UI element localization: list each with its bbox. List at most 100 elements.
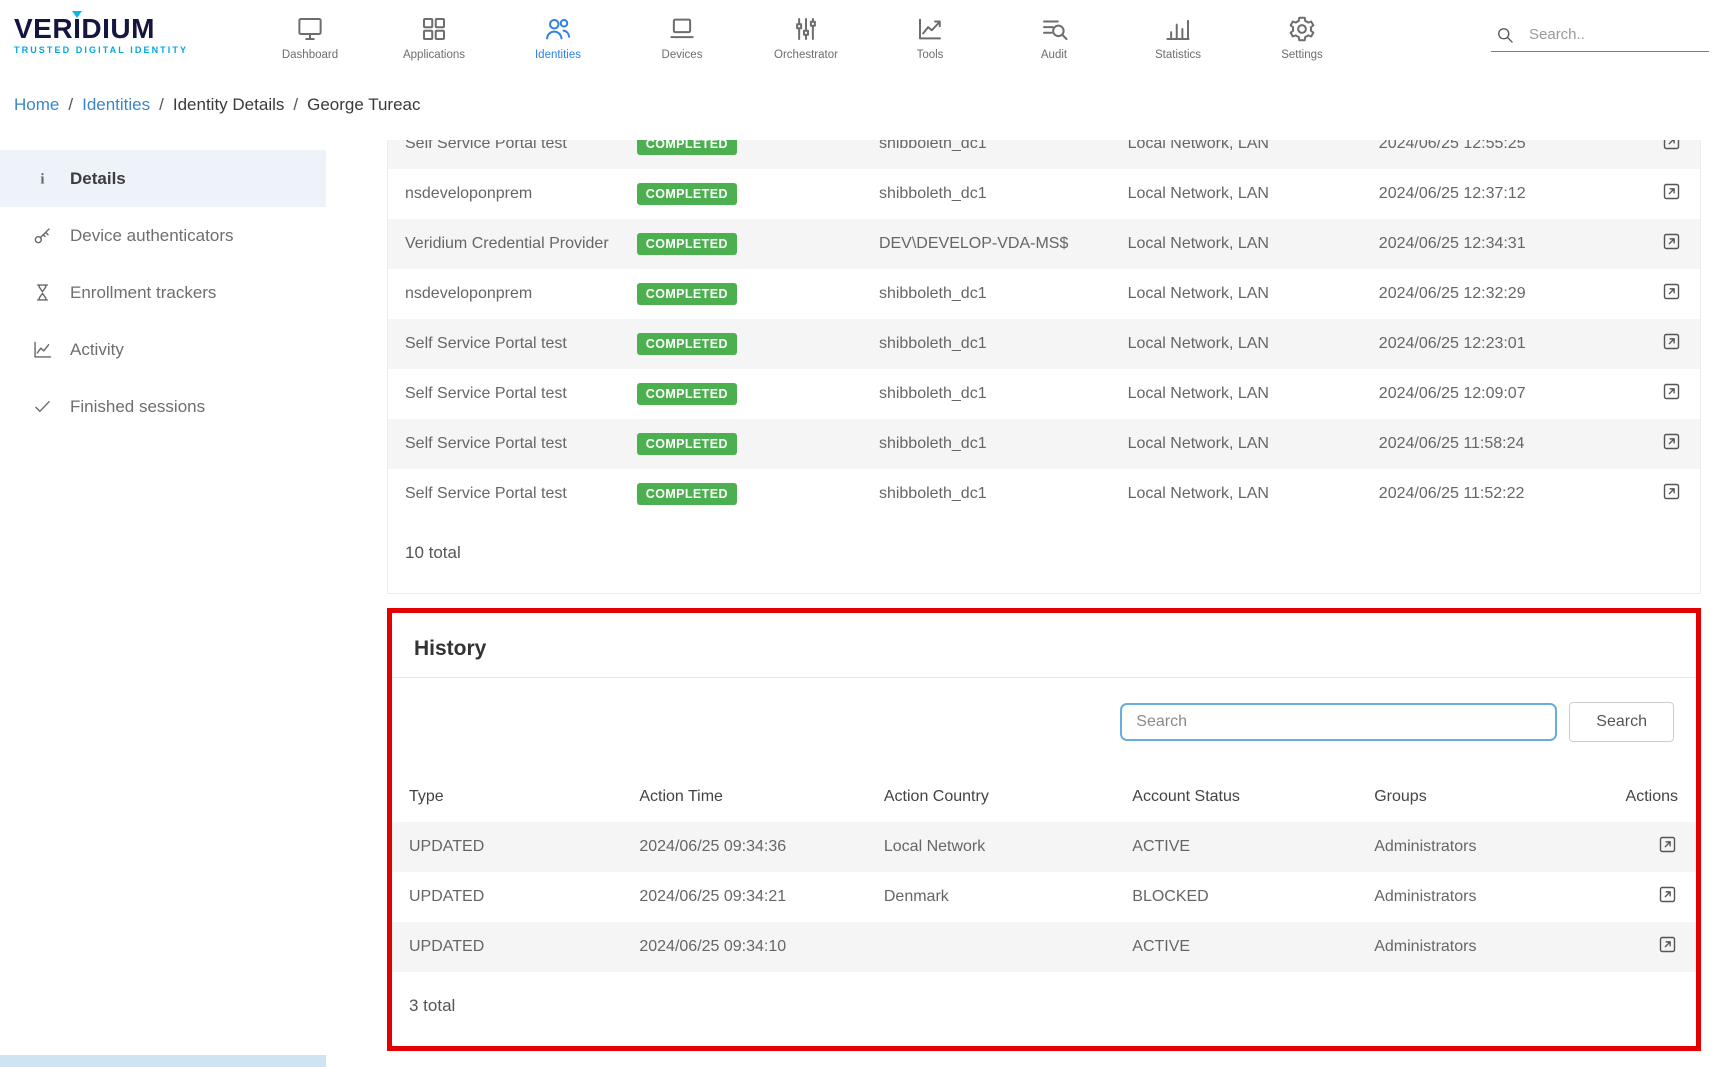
status-badge: COMPLETED bbox=[637, 483, 737, 505]
session-status: COMPLETED bbox=[637, 140, 879, 155]
activity-icon bbox=[32, 339, 53, 360]
nav-item-identities[interactable]: Identities bbox=[496, 10, 620, 61]
history-table-header: TypeAction TimeAction CountryAccount Sta… bbox=[392, 772, 1696, 822]
goto-icon[interactable] bbox=[1661, 281, 1682, 302]
global-search-input[interactable] bbox=[1527, 25, 1705, 44]
session-app: Self Service Portal test bbox=[405, 335, 637, 353]
session-server: DEV\DEVELOP-VDA-MS$ bbox=[879, 235, 1128, 253]
session-network: Local Network, LAN bbox=[1128, 335, 1379, 353]
session-time: 2024/06/25 11:58:24 bbox=[1379, 435, 1654, 453]
session-status: COMPLETED bbox=[637, 233, 879, 255]
history-search-button[interactable]: Search bbox=[1569, 702, 1674, 742]
session-app: Self Service Portal test bbox=[405, 435, 637, 453]
breadcrumb-separator: / bbox=[68, 95, 73, 115]
goto-icon[interactable] bbox=[1661, 140, 1682, 152]
session-row: nsdeveloponpremCOMPLETEDshibboleth_dc1Lo… bbox=[388, 269, 1700, 319]
content-area: iDetailsDevice authenticators Enrollment … bbox=[0, 140, 1735, 1067]
session-server: shibboleth_dc1 bbox=[879, 485, 1128, 503]
history-search-input[interactable] bbox=[1120, 703, 1557, 741]
breadcrumb-item-identities[interactable]: Identities bbox=[82, 95, 150, 115]
history-total: 3 total bbox=[392, 972, 1696, 1046]
sidebar-item-device-authenticators[interactable]: Device authenticators bbox=[0, 207, 326, 264]
goto-icon[interactable] bbox=[1657, 884, 1678, 905]
nav-item-applications[interactable]: Applications bbox=[372, 10, 496, 61]
sidebar-item-enrollment-trackers[interactable]: Enrollment trackers bbox=[0, 264, 326, 321]
history-action-time: 2024/06/25 09:34:21 bbox=[639, 888, 884, 906]
sidebar-item-details[interactable]: iDetails bbox=[0, 150, 326, 207]
horizontal-scrollbar[interactable] bbox=[0, 1055, 326, 1067]
history-action-time: 2024/06/25 09:34:36 bbox=[639, 838, 884, 856]
history-column-groups: Groups bbox=[1374, 788, 1619, 806]
history-type: UPDATED bbox=[409, 938, 639, 956]
nav-item-label: Devices bbox=[662, 49, 703, 61]
session-status: COMPLETED bbox=[637, 183, 879, 205]
session-app: Self Service Portal test bbox=[405, 385, 637, 403]
nav-item-tools[interactable]: Tools bbox=[868, 10, 992, 61]
svg-text:i: i bbox=[40, 171, 44, 187]
goto-icon[interactable] bbox=[1657, 834, 1678, 855]
nav-item-label: Tools bbox=[917, 49, 944, 61]
history-row: UPDATED2024/06/25 09:34:10ACTIVEAdminist… bbox=[392, 922, 1696, 972]
nav-item-statistics[interactable]: Statistics bbox=[1116, 10, 1240, 61]
goto-icon[interactable] bbox=[1661, 181, 1682, 202]
session-server: shibboleth_dc1 bbox=[879, 435, 1128, 453]
session-server: shibboleth_dc1 bbox=[879, 285, 1128, 303]
nav-item-orchestrator[interactable]: Orchestrator bbox=[744, 10, 868, 61]
goto-icon[interactable] bbox=[1661, 431, 1682, 452]
nav-item-devices[interactable]: Devices bbox=[620, 10, 744, 61]
search-icon bbox=[1495, 25, 1515, 45]
statistics-icon bbox=[1163, 14, 1193, 44]
session-app: Self Service Portal test bbox=[405, 140, 637, 153]
history-title: History bbox=[392, 613, 1696, 678]
top-nav: VERIDIUM TRUSTED DIGITAL IDENTITY Dashbo… bbox=[0, 0, 1735, 70]
history-account-status: ACTIVE bbox=[1132, 938, 1374, 956]
session-app: nsdeveloponprem bbox=[405, 285, 637, 303]
session-status: COMPLETED bbox=[637, 433, 879, 455]
goto-icon[interactable] bbox=[1661, 331, 1682, 352]
session-time: 2024/06/25 12:34:31 bbox=[1379, 235, 1654, 253]
sidebar-item-label: Enrollment trackers bbox=[70, 283, 216, 303]
session-time: 2024/06/25 12:37:12 bbox=[1379, 185, 1654, 203]
sidebar-item-label: Activity bbox=[70, 340, 124, 360]
sidebar-item-activity[interactable]: Activity bbox=[0, 321, 326, 378]
session-time: 2024/06/25 12:23:01 bbox=[1379, 335, 1654, 353]
session-network: Local Network, LAN bbox=[1128, 235, 1379, 253]
status-badge: COMPLETED bbox=[637, 433, 737, 455]
session-app: Veridium Credential Provider bbox=[405, 235, 637, 253]
nav-item-audit[interactable]: Audit bbox=[992, 10, 1116, 61]
goto-icon[interactable] bbox=[1661, 381, 1682, 402]
session-server: shibboleth_dc1 bbox=[879, 335, 1128, 353]
history-type: UPDATED bbox=[409, 838, 639, 856]
session-time: 2024/06/25 12:55:25 bbox=[1379, 140, 1654, 153]
info-icon: i bbox=[32, 168, 53, 189]
nav-item-settings[interactable]: Settings bbox=[1240, 10, 1364, 61]
history-column-action-time: Action Time bbox=[639, 788, 884, 806]
veridium-logo[interactable]: VERIDIUM TRUSTED DIGITAL IDENTITY bbox=[14, 15, 220, 55]
session-app: nsdeveloponprem bbox=[405, 185, 637, 203]
history-column-action-country: Action Country bbox=[884, 788, 1132, 806]
breadcrumb-item-home[interactable]: Home bbox=[14, 95, 59, 115]
dashboard-icon bbox=[295, 14, 325, 44]
session-row: Self Service Portal testCOMPLETED shibbol… bbox=[388, 419, 1700, 469]
main-panel: Self Service Portal testCOMPLETEDshibbol… bbox=[326, 140, 1735, 1067]
nav-item-label: Dashboard bbox=[282, 49, 338, 61]
status-badge: COMPLETED bbox=[637, 140, 737, 155]
nav-item-dashboard[interactable]: Dashboard bbox=[248, 10, 372, 61]
main-nav: Dashboard ApplicationsIdentities Devices Or… bbox=[248, 10, 1364, 61]
history-groups: Administrators bbox=[1374, 838, 1619, 856]
session-status: COMPLETED bbox=[637, 483, 879, 505]
session-row: Veridium Credential ProviderCOMPLETEDDEV… bbox=[388, 219, 1700, 269]
sidebar-item-finished-sessions[interactable]: Finished sessions bbox=[0, 378, 326, 435]
goto-icon[interactable] bbox=[1657, 934, 1678, 955]
session-network: Local Network, LAN bbox=[1128, 285, 1379, 303]
session-row: nsdeveloponpremCOMPLETEDshibboleth_dc1Lo… bbox=[388, 169, 1700, 219]
session-row: Self Service Portal testCOMPLETEDshibbol… bbox=[388, 140, 1700, 169]
tools-icon bbox=[915, 14, 945, 44]
goto-icon[interactable] bbox=[1661, 231, 1682, 252]
session-network: Local Network, LAN bbox=[1128, 185, 1379, 203]
history-action-country: Denmark bbox=[884, 888, 1132, 906]
nav-item-label: Settings bbox=[1281, 49, 1323, 61]
goto-icon[interactable] bbox=[1661, 481, 1682, 502]
breadcrumb-item-identity-details: Identity Details bbox=[173, 95, 285, 115]
history-account-status: ACTIVE bbox=[1132, 838, 1374, 856]
